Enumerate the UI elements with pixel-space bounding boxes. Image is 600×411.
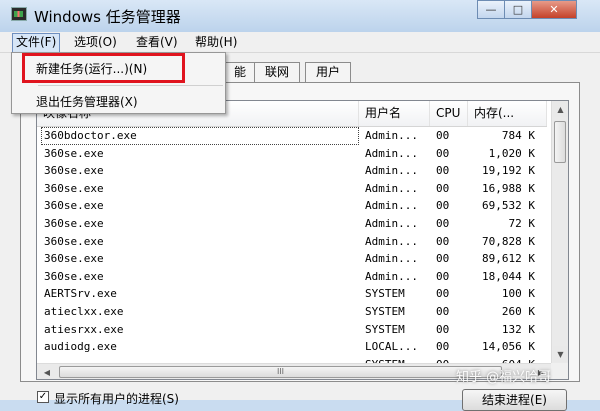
scrollbar-corner: [551, 363, 568, 379]
process-user: LOCAL...: [365, 340, 418, 354]
process-cpu: 00: [436, 199, 450, 213]
scroll-up-icon[interactable]: ▲: [553, 101, 568, 117]
horizontal-scroll-thumb[interactable]: III: [59, 366, 502, 378]
process-name: 360se.exe: [44, 181, 104, 195]
column-header-cpu[interactable]: CPU: [430, 101, 468, 126]
watermark: 知乎 @福兴哈哥: [456, 370, 552, 385]
process-user: Admin...: [365, 216, 418, 230]
process-cpu: 00: [436, 322, 450, 336]
close-button[interactable]: ✕: [531, 0, 577, 19]
process-cpu: 00: [436, 181, 450, 195]
end-process-button[interactable]: 结束进程(E): [462, 389, 567, 411]
process-name: 360se.exe: [44, 234, 104, 248]
process-cpu: 00: [436, 129, 450, 142]
process-name: 360se.exe: [44, 216, 104, 230]
process-cpu: 00: [436, 287, 450, 301]
table-row[interactable]: 360se.exe Admin... 00 19,192 K: [37, 162, 547, 180]
process-name: AERTSrv.exe: [44, 287, 117, 301]
window-title: Windows 任务管理器: [34, 8, 181, 26]
tab-users[interactable]: 用户: [305, 62, 351, 82]
process-cpu: 00: [436, 269, 450, 283]
menu-item-exit[interactable]: 退出任务管理器(X): [36, 93, 138, 110]
process-user: SYSTEM: [365, 304, 405, 318]
process-memory: 100 K: [501, 287, 535, 301]
tab-networking[interactable]: 联网: [254, 62, 300, 82]
process-name: 360bdoctor.exe: [41, 127, 359, 145]
process-name: 360se.exe: [44, 199, 104, 213]
show-all-users-label: 显示所有用户的进程(S): [54, 392, 179, 406]
vertical-scroll-thumb[interactable]: [554, 121, 566, 163]
title-bar[interactable]: Windows 任务管理器 — □ ✕: [0, 0, 600, 32]
menu-bar: 文件(F) 选项(O) 查看(V) 帮助(H): [0, 32, 600, 53]
process-user: Admin...: [365, 146, 418, 160]
annotation-highlight-box: [22, 53, 185, 83]
process-cpu: 00: [436, 234, 450, 248]
process-memory: 784 K: [501, 129, 535, 142]
table-row[interactable]: 360se.exe Admin... 00 70,828 K: [37, 233, 547, 251]
process-user: Admin...: [365, 252, 418, 266]
vertical-scrollbar[interactable]: ▲ ▼: [551, 101, 568, 363]
process-user: Admin...: [365, 234, 418, 248]
process-cpu: 00: [436, 216, 450, 230]
minimize-button[interactable]: —: [477, 0, 505, 19]
process-memory: 14,056 K: [482, 340, 535, 354]
column-header-user[interactable]: 用户名: [359, 101, 430, 126]
process-memory: 89,612 K: [482, 252, 535, 266]
process-memory: 70,828 K: [482, 234, 535, 248]
table-row[interactable]: 360se.exe Admin... 00 89,612 K: [37, 250, 547, 268]
table-row[interactable]: atieclxx.exe SYSTEM 00 260 K: [37, 303, 547, 321]
scroll-down-icon[interactable]: ▼: [553, 346, 568, 362]
task-manager-icon: [11, 7, 27, 21]
process-name: 360se.exe: [44, 146, 104, 160]
process-memory: 19,192 K: [482, 164, 535, 178]
show-all-users-checkbox[interactable]: ✓: [37, 391, 49, 403]
table-row[interactable]: atiesrxx.exe SYSTEM 00 132 K: [37, 321, 547, 339]
process-memory: 16,988 K: [482, 181, 535, 195]
process-memory: 18,044 K: [482, 269, 535, 283]
window-controls: — □ ✕: [477, 0, 577, 19]
menu-view[interactable]: 查看(V): [133, 33, 181, 51]
column-header-memory[interactable]: 内存(...: [468, 101, 547, 126]
process-list[interactable]: 映像名称 用户名 CPU 内存(... 360bdoctor.exe Admin…: [36, 100, 569, 380]
process-name: 360se.exe: [44, 252, 104, 266]
process-user: SYSTEM: [365, 322, 405, 336]
process-cpu: 00: [436, 146, 450, 160]
process-memory: 1,020 K: [488, 146, 535, 160]
process-rows: 360bdoctor.exe Admin... 00 784 K 360se.e…: [37, 127, 547, 373]
process-cpu: 00: [436, 164, 450, 178]
process-name: atieclxx.exe: [44, 304, 124, 318]
process-name: audiodg.exe: [44, 340, 117, 354]
menu-file[interactable]: 文件(F): [12, 33, 61, 53]
process-memory: 69,532 K: [482, 199, 535, 213]
process-memory: 260 K: [501, 304, 535, 318]
process-memory: 132 K: [501, 322, 535, 336]
menu-separator: [38, 85, 223, 86]
table-row[interactable]: 360se.exe Admin... 00 72 K: [37, 215, 547, 233]
scroll-left-icon[interactable]: ◀: [39, 365, 55, 379]
process-user: SYSTEM: [365, 287, 405, 301]
menu-help[interactable]: 帮助(H): [192, 33, 240, 51]
maximize-button[interactable]: □: [504, 0, 532, 19]
process-name: 360se.exe: [44, 164, 104, 178]
process-user: Admin...: [365, 269, 418, 283]
process-user: Admin...: [365, 164, 418, 178]
table-row[interactable]: 360bdoctor.exe Admin... 00 784 K: [37, 127, 547, 145]
table-row[interactable]: audiodg.exe LOCAL... 00 14,056 K: [37, 338, 547, 356]
process-user: Admin...: [365, 181, 418, 195]
process-memory: 72 K: [508, 216, 536, 230]
menu-options[interactable]: 选项(O): [71, 33, 120, 51]
process-user: Admin...: [365, 129, 418, 142]
table-row[interactable]: 360se.exe Admin... 00 18,044 K: [37, 268, 547, 286]
process-name: 360se.exe: [44, 269, 104, 283]
table-row[interactable]: 360se.exe Admin... 00 1,020 K: [37, 145, 547, 163]
table-row[interactable]: 360se.exe Admin... 00 16,988 K: [37, 180, 547, 198]
process-cpu: 00: [436, 304, 450, 318]
table-row[interactable]: 360se.exe Admin... 00 69,532 K: [37, 197, 547, 215]
process-cpu: 00: [436, 252, 450, 266]
process-cpu: 00: [436, 340, 450, 354]
process-user: Admin...: [365, 199, 418, 213]
table-row[interactable]: AERTSrv.exe SYSTEM 00 100 K: [37, 285, 547, 303]
process-name: atiesrxx.exe: [44, 322, 124, 336]
